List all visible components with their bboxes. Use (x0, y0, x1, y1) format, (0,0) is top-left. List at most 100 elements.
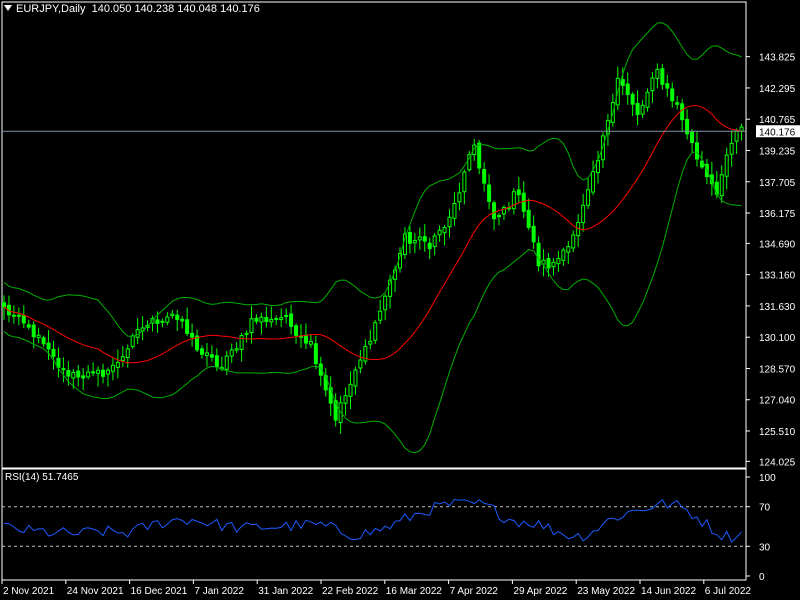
candle-body (36, 334, 41, 339)
price-axis-label: 130.100 (759, 333, 796, 344)
candle-body (224, 355, 229, 370)
candle-body (625, 83, 630, 95)
price-axis-label: 127.040 (759, 396, 796, 407)
candle-body (41, 337, 46, 345)
candle-body (477, 142, 482, 169)
candle-body (16, 314, 21, 317)
candle-body (313, 343, 318, 365)
candle-body (640, 104, 645, 115)
candle-body (204, 352, 209, 356)
bollinger-lower-band (3, 151, 742, 454)
time-axis-label: 29 Apr 2022 (513, 586, 567, 597)
candle-body (665, 83, 670, 89)
candle-body (516, 189, 521, 196)
candle-body (566, 246, 571, 253)
candle-body (442, 226, 447, 234)
rsi-line (3, 498, 742, 543)
candle-body (130, 335, 135, 347)
candle-body (734, 130, 739, 142)
candle-body (492, 202, 497, 220)
candle-body (31, 324, 36, 338)
price-axis-label: 128.570 (759, 364, 796, 375)
candle-body (175, 314, 180, 320)
candle-body (407, 232, 412, 244)
candle-body (373, 322, 378, 341)
price-axis-label: 140.765 (759, 115, 796, 126)
time-axis-label: 31 Jan 2022 (258, 586, 313, 597)
candle-body (675, 102, 680, 105)
time-axis-label: 24 Nov 2021 (67, 586, 124, 597)
candle-body (21, 314, 26, 324)
candle-body (695, 142, 699, 160)
price-axis-label: 143.825 (759, 53, 796, 64)
candle-body (66, 370, 71, 377)
candle-body (155, 319, 160, 324)
main-pane-frame (1, 1, 747, 469)
candle-body (521, 192, 526, 212)
candle-body (482, 168, 487, 184)
time-axis-label: 2 Nov 2021 (3, 586, 55, 597)
candle-body (729, 142, 734, 155)
candle-body (234, 348, 239, 351)
time-axis-label: 22 Feb 2022 (322, 586, 379, 597)
candle-body (259, 316, 264, 323)
candle-body (551, 261, 556, 268)
candle-body (209, 354, 214, 358)
candle-body (546, 258, 551, 269)
candle-body (378, 310, 383, 321)
candle-body (185, 319, 190, 334)
candle-body (110, 364, 115, 372)
candle-body (190, 332, 195, 338)
price-axis-label: 136.175 (759, 209, 796, 220)
candle-body (269, 318, 274, 323)
time-axis-label: 7 Apr 2022 (450, 586, 499, 597)
chart-canvas[interactable]: 143.825 142.295 140.765 139.235 137.705 136.1… (0, 0, 800, 600)
rsi-axis-label: 70 (759, 503, 771, 514)
candle-body (214, 355, 219, 367)
dropdown-triangle-icon[interactable] (4, 5, 12, 11)
candle-body (437, 229, 442, 236)
candle-body (254, 317, 259, 322)
candle-body (11, 314, 16, 317)
candle-body (630, 93, 635, 105)
time-axis-label: 6 Jul 2022 (705, 586, 752, 597)
candle-body (105, 369, 110, 375)
candle-body (457, 192, 462, 203)
candle-body (284, 314, 289, 317)
candle-body (120, 356, 125, 362)
candle-body (690, 131, 695, 143)
candles-group (2, 63, 744, 434)
candle-body (303, 334, 308, 344)
time-axis-label: 14 Jun 2022 (641, 586, 696, 597)
candle-body (61, 368, 66, 371)
rsi-axis-label: 100 (759, 473, 776, 484)
candle-body (249, 318, 254, 334)
chart-header: EURJPY,Daily 140.050 140.238 140.048 140… (4, 3, 260, 15)
candle-body (462, 171, 467, 193)
candle-body (160, 320, 165, 323)
candle-body (2, 302, 6, 308)
candle-body (368, 340, 373, 345)
current-price-label: 140.176 (759, 127, 796, 138)
candle-body (71, 371, 76, 379)
chart-window[interactable]: 143.825 142.295 140.765 139.235 137.705 136.1… (0, 0, 800, 600)
rsi-axis-label: 30 (759, 542, 771, 553)
candle-body (586, 189, 591, 206)
candle-body (680, 103, 685, 121)
candle-body (452, 202, 457, 219)
candle-body (511, 191, 516, 210)
candle-body (115, 362, 120, 368)
candle-body (412, 240, 417, 244)
candle-body (353, 369, 358, 387)
candle-body (264, 317, 269, 323)
candle-body (531, 225, 536, 243)
candle-body (76, 370, 81, 378)
candle-body (86, 371, 91, 378)
candle-body (719, 174, 724, 197)
price-axis-label: 125.510 (759, 427, 796, 438)
price-axis-label: 139.235 (759, 146, 796, 157)
time-axis-label: 16 Dec 2021 (131, 586, 188, 597)
candle-body (200, 348, 204, 355)
candle-body (96, 369, 101, 374)
candle-body (432, 235, 437, 248)
